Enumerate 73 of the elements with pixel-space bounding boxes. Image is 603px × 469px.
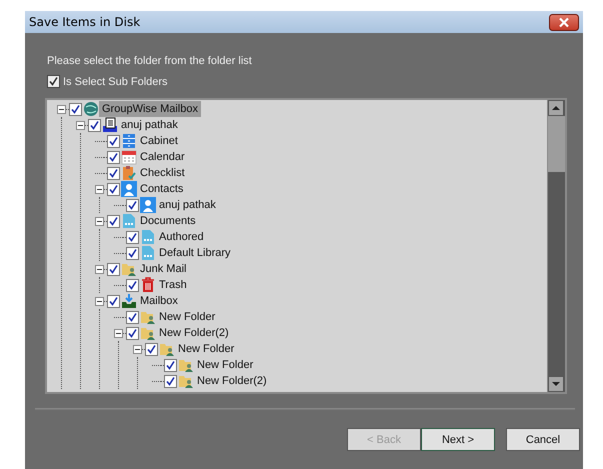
cabinet-icon [121,133,137,149]
tree-item[interactable]: Cabinet [137,133,181,149]
tree-item[interactable]: New Folder [175,341,238,357]
user-card-icon [102,117,118,133]
checkbox[interactable] [69,102,82,116]
checkbox[interactable] [107,214,120,228]
checkbox[interactable] [164,374,177,388]
checkbox[interactable] [88,118,101,132]
checkbox-label[interactable]: Is Select Sub Folders [63,76,168,88]
window-title: Save Items in Disk [29,15,140,29]
checkbox[interactable] [107,150,120,164]
scroll-down-button[interactable] [548,376,564,392]
close-button[interactable] [549,14,579,30]
tree-item[interactable]: New Folder(2) [194,373,270,389]
tree-item[interactable]: Default Library [156,245,234,261]
globe-icon [83,101,99,117]
wizard-button[interactable]: Next > [421,428,495,451]
instruction-text: Please select the folder from the folder list [47,55,253,67]
scrollbar[interactable] [547,100,565,392]
checkbox[interactable] [145,342,158,356]
tree-item[interactable]: New Folder [194,357,256,373]
checkbox[interactable] [107,166,120,180]
document-icon [140,229,156,245]
collapse-toggle[interactable] [95,184,104,194]
tree-item[interactable]: Junk Mail [137,261,190,277]
checkbox[interactable] [164,358,177,372]
document-icon [121,213,137,229]
tree-item[interactable]: anuj pathak [118,117,181,133]
trash-icon [140,277,156,293]
wizard-button[interactable]: Cancel [506,428,580,451]
folder-icon [159,341,175,357]
folder-icon [121,261,137,277]
checkbox[interactable] [126,230,139,244]
tree-item[interactable]: New Folder [156,309,218,325]
checkbox[interactable] [126,198,139,212]
folder-icon [140,325,156,341]
calendar-icon [121,149,137,165]
collapse-toggle[interactable] [133,344,142,354]
tree-item[interactable]: Trash [156,277,190,293]
folder-icon [178,357,194,373]
collapse-toggle[interactable] [95,296,104,306]
collapse-toggle[interactable] [95,216,104,226]
tree-item[interactable]: New Folder(2) [156,325,232,341]
tree-item[interactable]: anuj pathak [156,197,219,213]
collapse-toggle[interactable] [114,328,123,338]
tree-item[interactable]: GroupWise Mailbox [99,101,201,117]
checkbox[interactable] [107,262,120,276]
clipboard-icon [121,165,137,181]
checkbox[interactable] [126,278,139,292]
collapse-toggle[interactable] [57,104,66,114]
collapse-toggle[interactable] [95,264,104,274]
checkbox[interactable] [107,134,120,148]
folder-icon [178,373,194,389]
checkbox[interactable] [107,182,120,196]
inbox-icon [121,293,137,309]
tree-item[interactable]: Documents [137,213,199,229]
checkbox[interactable] [126,310,139,324]
checkbox[interactable] [107,294,120,308]
scroll-thumb[interactable] [548,116,565,172]
folder-icon [140,309,156,325]
person-icon [140,197,156,213]
tree-item[interactable]: Contacts [137,181,186,197]
checkbox[interactable] [47,75,60,88]
scroll-up-button[interactable] [548,100,564,116]
tree-item[interactable]: Authored [156,229,207,245]
collapse-toggle[interactable] [76,120,85,130]
tree-item[interactable]: Mailbox [137,293,181,309]
tree-item[interactable]: Checklist [137,165,188,181]
document-icon [140,245,156,261]
tree-item[interactable]: Calendar [137,149,188,165]
person-icon [121,181,137,197]
checkbox[interactable] [126,326,139,340]
checkbox[interactable] [126,246,139,260]
